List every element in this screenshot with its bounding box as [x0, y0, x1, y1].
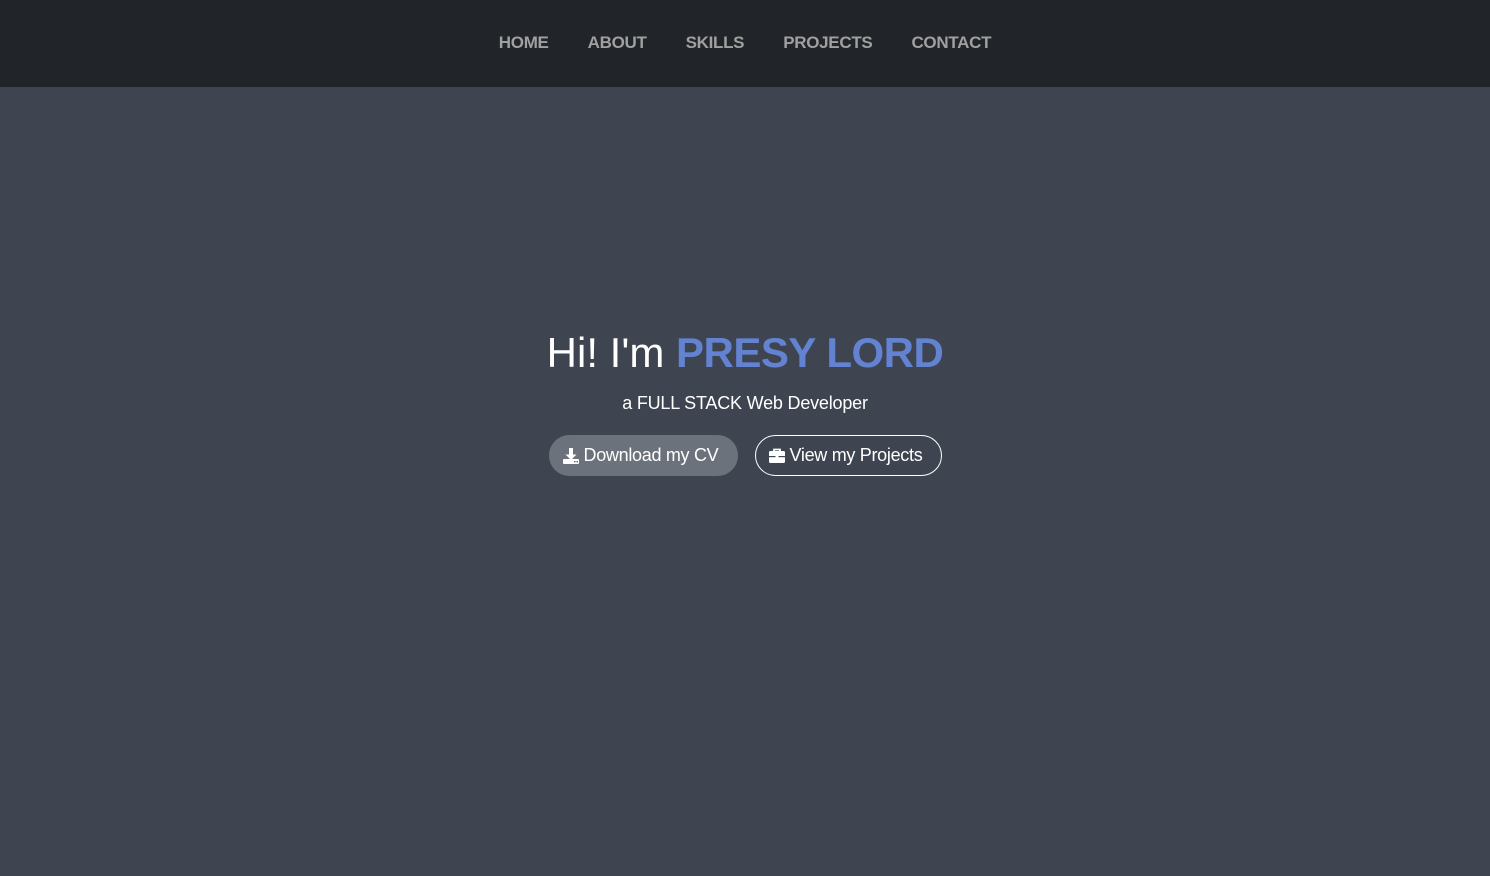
nav-item-projects: PROJECTS: [783, 33, 873, 53]
hero-section: Hi! I'm PRESY LORD a FULL STACK Web Deve…: [0, 87, 1490, 876]
download-cv-label: Download my CV: [583, 445, 719, 465]
nav-menu: HOME ABOUT SKILLS PROJECTS CONTACT: [499, 33, 992, 53]
nav-item-skills: SKILLS: [686, 33, 745, 53]
nav-link-skills[interactable]: SKILLS: [686, 33, 745, 52]
navbar: HOME ABOUT SKILLS PROJECTS CONTACT: [0, 0, 1490, 87]
view-projects-label: View my Projects: [789, 445, 923, 465]
nav-link-about[interactable]: ABOUT: [588, 33, 647, 52]
briefcase-icon: [768, 447, 786, 465]
nav-item-about: ABOUT: [588, 33, 647, 53]
hero-buttons: Download my CV View my Projects: [0, 435, 1490, 476]
nav-link-home[interactable]: HOME: [499, 33, 549, 52]
download-icon: [562, 447, 580, 465]
nav-item-contact: CONTACT: [911, 33, 991, 53]
download-cv-button[interactable]: Download my CV: [548, 435, 738, 476]
hero-greeting: Hi! I'm: [546, 329, 665, 376]
hero-name: PRESY LORD: [676, 329, 944, 376]
hero-title: Hi! I'm PRESY LORD: [0, 327, 1490, 379]
nav-link-contact[interactable]: CONTACT: [911, 33, 991, 52]
nav-item-home: HOME: [499, 33, 549, 53]
hero-subtitle: a FULL STACK Web Developer: [622, 393, 868, 413]
view-projects-button[interactable]: View my Projects: [754, 435, 942, 476]
nav-link-projects[interactable]: PROJECTS: [783, 33, 873, 52]
